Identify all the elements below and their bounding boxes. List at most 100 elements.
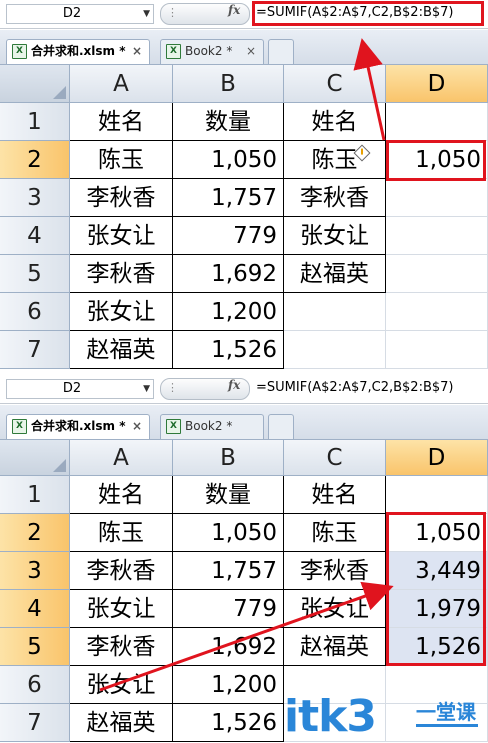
cell-a7[interactable]: 赵福英 — [70, 331, 173, 369]
tab-workbook-2[interactable]: X Book2 * × — [160, 39, 264, 64]
row-header[interactable]: 5 — [0, 628, 70, 666]
cell-b6[interactable]: 1,200 — [173, 666, 284, 704]
cell-b7[interactable]: 1,526 — [173, 331, 284, 369]
cell-b3[interactable]: 1,757 — [173, 179, 284, 217]
chevron-down-icon[interactable]: ▼ — [143, 5, 150, 23]
close-icon[interactable]: × — [246, 40, 256, 62]
cell-c3[interactable]: 李秋香 — [284, 552, 386, 590]
cell-a7[interactable]: 赵福英 — [70, 704, 173, 742]
row-header[interactable]: 3 — [0, 552, 70, 590]
row-header[interactable]: 7 — [0, 704, 70, 742]
cell-c1[interactable]: 姓名 — [284, 103, 386, 141]
cell-c5[interactable]: 赵福英 — [284, 255, 386, 293]
cell-c4[interactable]: 张女让 — [284, 590, 386, 628]
column-header-d[interactable]: D — [386, 440, 488, 476]
workbook-tabs: X 合并求和.xlsm * × X Book2 * — [0, 405, 488, 440]
tab-workbook-1[interactable]: X 合并求和.xlsm * × — [6, 414, 150, 439]
row-header[interactable]: 4 — [0, 217, 70, 255]
name-box[interactable]: D2 ▼ — [6, 4, 154, 24]
cell-c6[interactable] — [284, 293, 386, 331]
fx-icon[interactable]: fx — [228, 3, 240, 17]
cell-a2[interactable]: 陈玉 — [70, 514, 173, 552]
excel-window-top: D2 ▼ ⋮ fx =SUMIF(A$2:A$7,C2,B$2:B$7) X 合… — [0, 0, 488, 370]
cell-d5[interactable] — [386, 255, 488, 293]
cell-c7[interactable] — [284, 331, 386, 369]
fx-icon[interactable]: fx — [228, 378, 240, 392]
tab-label: 合并求和.xlsm * — [31, 419, 126, 433]
cell-d1[interactable] — [386, 103, 488, 141]
row-header[interactable]: 1 — [0, 476, 70, 514]
row-header[interactable]: 7 — [0, 331, 70, 369]
watermark-text: itk3 — [284, 691, 377, 742]
workbook-tabs: X 合并求和.xlsm * × X Book2 * × — [0, 30, 488, 65]
row-header[interactable]: 1 — [0, 103, 70, 141]
cell-c5[interactable]: 赵福英 — [284, 628, 386, 666]
excel-file-icon: X — [12, 44, 27, 59]
cell-a2[interactable]: 陈玉 — [70, 141, 173, 179]
excel-window-bottom: D2 ▼ ⋮ fx =SUMIF(A$2:A$7,C2,B$2:B$7) X 合… — [0, 375, 488, 743]
column-header-c[interactable]: C — [284, 65, 386, 103]
close-icon[interactable]: × — [132, 40, 142, 62]
name-box-value: D2 — [62, 6, 82, 21]
name-box[interactable]: D2 ▼ — [6, 379, 154, 399]
cell-b1[interactable]: 数量 — [173, 103, 284, 141]
tab-workbook-2[interactable]: X Book2 * — [160, 414, 264, 439]
cell-c2[interactable]: 陈玉 — [284, 141, 386, 179]
cell-b6[interactable]: 1,200 — [173, 293, 284, 331]
column-header-b[interactable]: B — [173, 65, 284, 103]
cell-c1[interactable]: 姓名 — [284, 476, 386, 514]
column-header-b[interactable]: B — [173, 440, 284, 476]
row-header[interactable]: 6 — [0, 293, 70, 331]
cell-a5[interactable]: 李秋香 — [70, 255, 173, 293]
select-all-corner[interactable] — [0, 65, 70, 103]
select-all-corner[interactable] — [0, 440, 70, 476]
tab-workbook-1[interactable]: X 合并求和.xlsm * × — [6, 39, 150, 64]
cell-c4[interactable]: 张女让 — [284, 217, 386, 255]
row-header[interactable]: 6 — [0, 666, 70, 704]
tab-label: Book2 * — [185, 44, 233, 58]
column-header-a[interactable]: A — [70, 65, 173, 103]
formula-bar: D2 ▼ ⋮ fx =SUMIF(A$2:A$7,C2,B$2:B$7) — [0, 0, 488, 29]
cell-a3[interactable]: 李秋香 — [70, 552, 173, 590]
cell-b5[interactable]: 1,692 — [173, 628, 284, 666]
column-header-d[interactable]: D — [386, 65, 488, 103]
cell-d1[interactable] — [386, 476, 488, 514]
cell-d7[interactable] — [386, 331, 488, 369]
cell-a3[interactable]: 李秋香 — [70, 179, 173, 217]
cell-b3[interactable]: 1,757 — [173, 552, 284, 590]
row-header[interactable]: 4 — [0, 590, 70, 628]
cell-b4[interactable]: 779 — [173, 590, 284, 628]
tab-label: Book2 * — [185, 419, 233, 433]
formula-input[interactable]: =SUMIF(A$2:A$7,C2,B$2:B$7) — [256, 380, 454, 395]
cell-a6[interactable]: 张女让 — [70, 666, 173, 704]
cell-c2[interactable]: 陈玉 — [284, 514, 386, 552]
row-header[interactable]: 2 — [0, 141, 70, 179]
column-header-a[interactable]: A — [70, 440, 173, 476]
grip-icon: ⋮ — [167, 6, 178, 19]
cell-a4[interactable]: 张女让 — [70, 217, 173, 255]
new-tab-button[interactable] — [268, 39, 294, 64]
column-header-c[interactable]: C — [284, 440, 386, 476]
row-header[interactable]: 2 — [0, 514, 70, 552]
cell-b1[interactable]: 数量 — [173, 476, 284, 514]
cell-a6[interactable]: 张女让 — [70, 293, 173, 331]
formula-bar: D2 ▼ ⋮ fx =SUMIF(A$2:A$7,C2,B$2:B$7) — [0, 375, 488, 404]
cell-a4[interactable]: 张女让 — [70, 590, 173, 628]
cell-a5[interactable]: 李秋香 — [70, 628, 173, 666]
cell-a1[interactable]: 姓名 — [70, 476, 173, 514]
close-icon[interactable]: × — [132, 415, 142, 437]
new-tab-button[interactable] — [268, 414, 294, 439]
cell-b5[interactable]: 1,692 — [173, 255, 284, 293]
cell-a1[interactable]: 姓名 — [70, 103, 173, 141]
cell-d6[interactable] — [386, 293, 488, 331]
cell-b2[interactable]: 1,050 — [173, 514, 284, 552]
cell-b7[interactable]: 1,526 — [173, 704, 284, 742]
cell-b2[interactable]: 1,050 — [173, 141, 284, 179]
cell-d3[interactable] — [386, 179, 488, 217]
cell-b4[interactable]: 779 — [173, 217, 284, 255]
cell-c3[interactable]: 李秋香 — [284, 179, 386, 217]
row-header[interactable]: 5 — [0, 255, 70, 293]
cell-d4[interactable] — [386, 217, 488, 255]
chevron-down-icon[interactable]: ▼ — [143, 380, 150, 398]
row-header[interactable]: 3 — [0, 179, 70, 217]
